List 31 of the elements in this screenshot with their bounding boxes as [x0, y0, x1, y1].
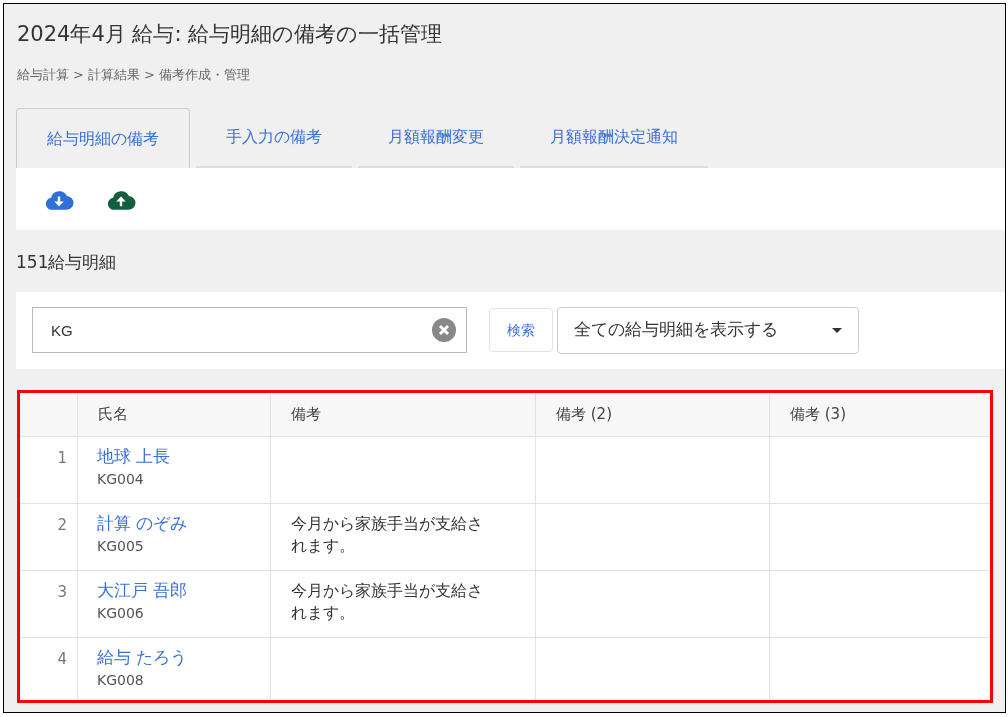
count-label: 151給与明細 [16, 251, 117, 274]
caret-icon [832, 327, 842, 333]
breadcrumb-separator: > [73, 65, 84, 84]
employee-name-link[interactable]: 大江戸 吾郎 [97, 577, 188, 603]
column-header: 備考 (3) [790, 403, 846, 425]
row-number: 1 [57, 447, 67, 469]
employee-name-link[interactable]: 給与 たろう [97, 644, 188, 670]
employee-code: KG008 [97, 671, 144, 690]
breadcrumb-separator: > [143, 65, 155, 84]
employee-code: KG006 [97, 604, 144, 623]
tab[interactable]: 給与明細の備考 [16, 108, 190, 168]
filter-dropdown[interactable]: 全ての給与明細を表示する [557, 306, 859, 354]
search-button[interactable]: 検索 [489, 308, 553, 352]
column-header: 氏名 [98, 403, 128, 425]
breadcrumb-item[interactable]: 給与計算 [17, 64, 69, 84]
clear-icon[interactable] [432, 318, 456, 342]
row-number: 3 [57, 581, 67, 603]
row-number: 2 [57, 514, 67, 536]
employee-code: KG004 [97, 470, 144, 489]
employee-name-link[interactable]: 地球 上長 [97, 443, 171, 469]
column-header: 備考 [291, 403, 321, 425]
column-header: 備考 (2) [556, 403, 612, 425]
breadcrumb-item[interactable]: 備考作成・管理 [158, 64, 250, 84]
search-field[interactable]: KG [32, 307, 467, 353]
page-title: 2024年4月 給与: 給与明細の備考の一括管理 [17, 21, 443, 48]
employee-code: KG005 [97, 537, 144, 556]
note-text: 今月から家族手当が支給されます。 [291, 512, 484, 557]
note-text: 今月から家族手当が支給されます。 [291, 579, 484, 624]
breadcrumb-item[interactable]: 計算結果 [87, 64, 140, 84]
row-number: 4 [57, 648, 67, 670]
employee-name-link[interactable]: 計算 のぞみ [97, 510, 188, 536]
